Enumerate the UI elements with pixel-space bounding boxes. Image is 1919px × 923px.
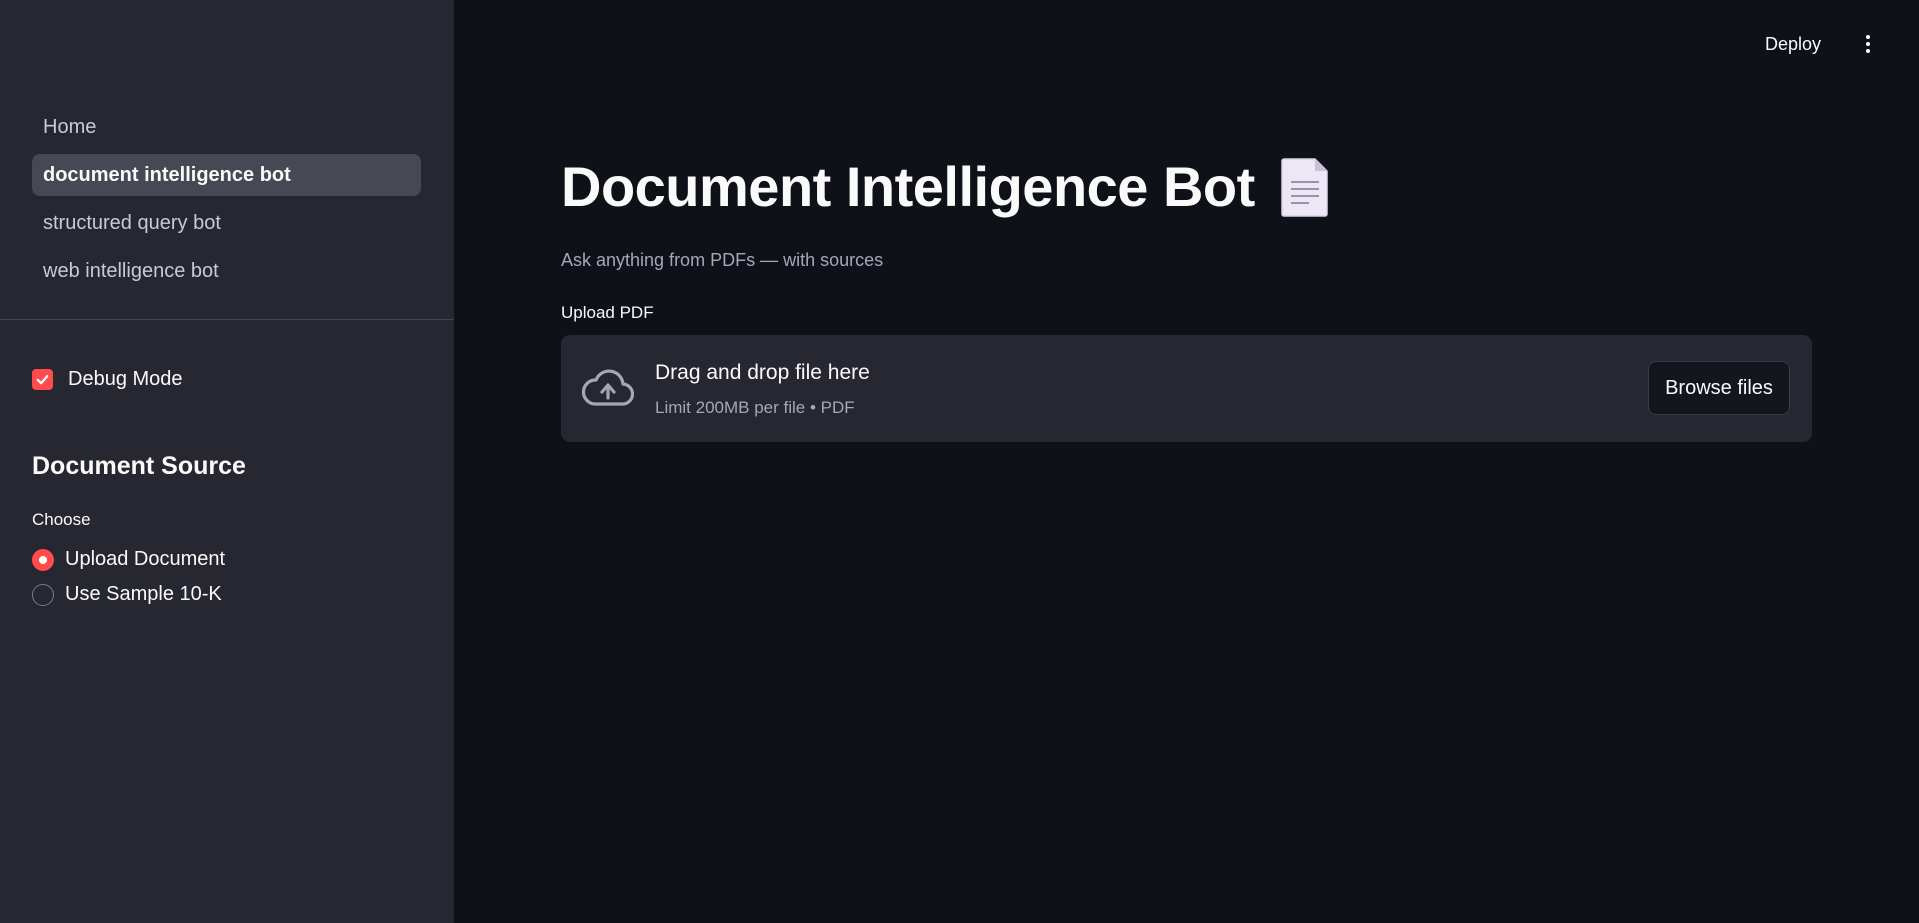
- cloud-upload-icon: [582, 369, 634, 406]
- kebab-menu-icon[interactable]: [1858, 30, 1878, 58]
- page-title-row: Document Intelligence Bot: [561, 154, 1329, 219]
- page-title: Document Intelligence Bot: [561, 155, 1255, 218]
- debug-mode-checkbox-row[interactable]: Debug Mode: [32, 368, 183, 391]
- sidebar-item-label: Home: [43, 115, 97, 138]
- radio-label: Use Sample 10-K: [65, 583, 222, 605]
- dropzone-instructions: Drag and drop file here: [655, 361, 870, 384]
- debug-mode-checkbox[interactable]: [32, 369, 53, 390]
- upload-pdf-label: Upload PDF: [561, 303, 654, 322]
- radio-selected-icon[interactable]: [32, 548, 54, 571]
- deploy-button[interactable]: Deploy: [1765, 28, 1821, 60]
- page-subtitle: Ask anything from PDFs — with sources: [561, 250, 884, 270]
- debug-mode-label: Debug Mode: [68, 368, 183, 390]
- sidebar-item-structured-query-bot[interactable]: structured query bot: [32, 202, 421, 244]
- radio-use-sample[interactable]: Use Sample 10-K: [32, 583, 222, 606]
- document-source-heading: Document Source: [32, 452, 246, 480]
- checkmark-icon: [36, 375, 49, 385]
- dropzone-limit-text: Limit 200MB per file • PDF: [655, 398, 855, 417]
- sidebar-item-document-intelligence-bot[interactable]: document intelligence bot: [32, 154, 421, 196]
- sidebar-item-label: document intelligence bot: [43, 163, 291, 186]
- page-facing-up-icon: [1281, 157, 1328, 217]
- browse-files-button[interactable]: Browse files: [1648, 361, 1790, 415]
- sidebar-item-label: structured query bot: [43, 211, 221, 234]
- app-root: Home document intelligence bot structure…: [0, 0, 1919, 923]
- sidebar-nav: Home document intelligence bot structure…: [32, 106, 421, 298]
- sidebar-item-label: web intelligence bot: [43, 259, 219, 282]
- sidebar: Home document intelligence bot structure…: [0, 0, 454, 923]
- radio-label: Upload Document: [65, 548, 226, 570]
- radio-unselected-icon[interactable]: [32, 583, 54, 606]
- sidebar-item-web-intelligence-bot[interactable]: web intelligence bot: [32, 250, 421, 292]
- sidebar-item-home[interactable]: Home: [32, 106, 421, 148]
- sidebar-divider: [0, 319, 454, 320]
- radio-upload-document[interactable]: Upload Document: [32, 548, 225, 571]
- radio-group-label: Choose: [32, 510, 91, 529]
- file-dropzone[interactable]: Drag and drop file here Limit 200MB per …: [561, 335, 1812, 442]
